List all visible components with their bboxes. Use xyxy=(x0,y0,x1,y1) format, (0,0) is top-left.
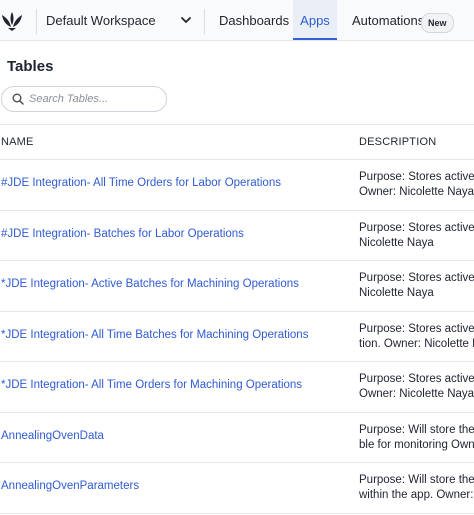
chevron-down-icon xyxy=(181,17,191,23)
table-description: Purpose: Will store the within the app. … xyxy=(359,473,474,503)
column-header-name[interactable]: NAME xyxy=(1,136,34,148)
workspace-selector[interactable]: Default Workspace xyxy=(37,0,203,40)
table-description: Purpose: Stores active a tion. Owner: Ni… xyxy=(359,322,474,352)
table-row[interactable]: *JDE Integration- All Time Orders for Ma… xyxy=(0,362,474,413)
description-line: Purpose: Stores active c xyxy=(359,272,474,284)
tulip-logo-icon[interactable] xyxy=(0,10,24,32)
description-line: Purpose: Will store the xyxy=(359,423,474,436)
table-description: Purpose: Will store the ble for monitori… xyxy=(359,423,474,453)
table-description: Purpose: Stores active c Nicolette Naya xyxy=(359,221,474,251)
table-name-link[interactable]: AnnealingOvenData xyxy=(1,430,104,442)
table-description: Purpose: Stores active a Owner: Nicolett… xyxy=(359,372,474,402)
description-line: ble for monitoring Own xyxy=(359,438,474,451)
workspace-label: Default Workspace xyxy=(46,12,156,28)
top-navigation-bar: Default Workspace Dashboards Apps Automa… xyxy=(0,0,474,41)
table-description: Purpose: Stores active c Nicolette Naya xyxy=(359,271,474,301)
table-row[interactable]: AnnealingOvenData Purpose: Will store th… xyxy=(0,413,474,463)
description-line: within the app. Owner: xyxy=(359,489,474,501)
divider xyxy=(204,9,205,34)
description-line: tion. Owner: Nicolette N xyxy=(359,337,474,350)
search-box[interactable] xyxy=(1,86,167,112)
page-title: Tables xyxy=(7,58,54,75)
table-row[interactable]: *JDE Integration- All Time Batches for M… xyxy=(0,312,474,362)
table-name-link[interactable]: *JDE Integration- All Time Orders for Ma… xyxy=(1,379,302,391)
table-name-link[interactable]: *JDE Integration- All Time Batches for M… xyxy=(1,329,308,341)
tab-apps[interactable]: Apps xyxy=(293,0,337,40)
description-line: Owner: Nicolette Naya xyxy=(359,186,474,198)
table-row[interactable]: #JDE Integration- Batches for Labor Oper… xyxy=(0,211,474,261)
description-line: Purpose: Will store the xyxy=(359,474,474,486)
table-description: Purpose: Stores active a Owner: Nicolett… xyxy=(359,170,474,200)
description-line: Nicolette Naya xyxy=(359,236,434,249)
tables-list: #JDE Integration- All Time Orders for La… xyxy=(0,160,474,514)
table-name-link[interactable]: *JDE Integration- Active Batches for Mac… xyxy=(1,278,299,290)
description-line: Purpose: Stores active c xyxy=(359,221,474,234)
table-row[interactable]: #JDE Integration- All Time Orders for La… xyxy=(0,160,474,211)
table-name-link[interactable]: AnnealingOvenParameters xyxy=(1,480,139,492)
description-line: Purpose: Stores active a xyxy=(359,322,474,335)
search-input[interactable] xyxy=(29,90,159,108)
table-name-link[interactable]: #JDE Integration- Batches for Labor Oper… xyxy=(1,228,244,240)
description-line: Purpose: Stores active a xyxy=(359,373,474,385)
table-row[interactable]: *JDE Integration- Active Batches for Mac… xyxy=(0,261,474,312)
new-badge: New xyxy=(421,13,454,33)
table-row[interactable]: AnnealingOvenParameters Purpose: Will st… xyxy=(0,463,474,514)
table-header: NAME DESCRIPTION xyxy=(0,124,474,160)
tab-dashboards[interactable]: Dashboards xyxy=(219,0,289,40)
tab-automations[interactable]: Automations xyxy=(352,0,424,40)
table-name-link[interactable]: #JDE Integration- All Time Orders for La… xyxy=(1,177,281,189)
search-icon xyxy=(12,93,24,105)
column-header-description[interactable]: DESCRIPTION xyxy=(359,136,436,148)
description-line: Purpose: Stores active a xyxy=(359,171,474,183)
description-line: Nicolette Naya xyxy=(359,287,434,299)
description-line: Owner: Nicolette Naya xyxy=(359,388,474,400)
